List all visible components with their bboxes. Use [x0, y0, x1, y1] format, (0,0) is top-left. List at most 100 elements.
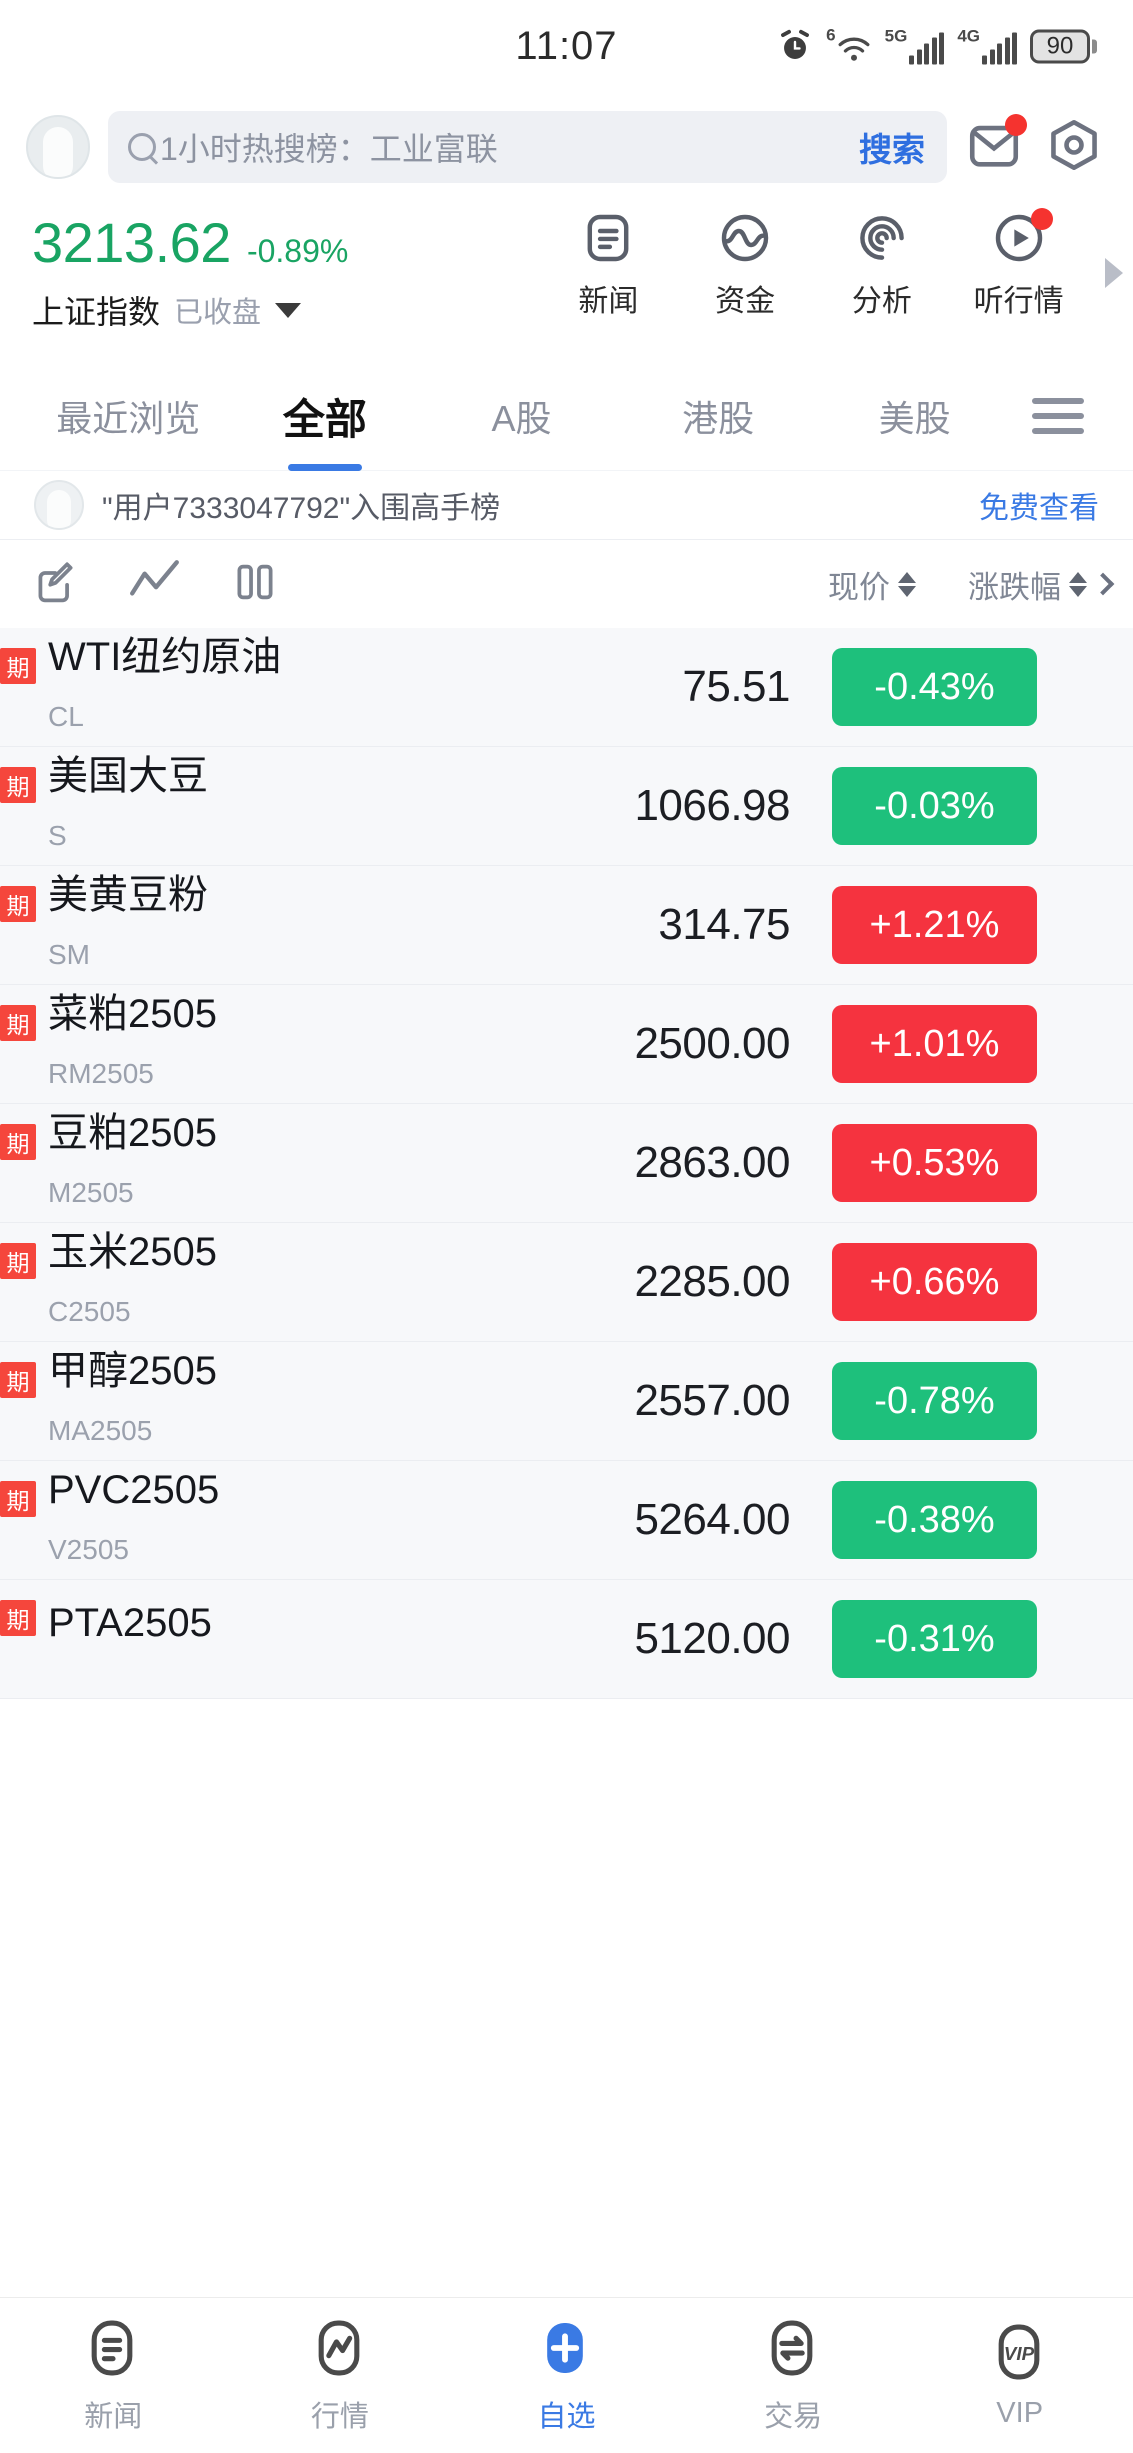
index-summary[interactable]: 3213.62 -0.89% 上证指数 已收盘 — [0, 210, 540, 333]
columns-icon[interactable] — [230, 557, 280, 612]
bottom-nav: 新闻 行情 自选 交易 VIP VIP — [0, 2297, 1133, 2453]
plus-icon — [537, 2317, 595, 2381]
instrument-type-badge: 期 — [0, 1362, 36, 1398]
instrument-change-badge: +1.01% — [832, 1005, 1037, 1083]
hamburger-menu-icon[interactable] — [1013, 398, 1103, 434]
instrument-type-badge: 期 — [0, 1243, 36, 1279]
quick-actions: 新闻 资金 分析 听行情 — [540, 208, 1133, 320]
scan-icon[interactable] — [1045, 116, 1107, 178]
search-input[interactable]: 1小时热搜榜：工业富联 搜索 — [108, 111, 947, 183]
instrument-info: PVC2505 V2505 — [0, 1461, 520, 1579]
instrument-name: 美黄豆粉 — [48, 873, 208, 917]
table-row[interactable]: 期美国大豆 S 1066.98 -0.03% — [0, 747, 1133, 866]
instrument-price: 2557.00 — [634, 1376, 790, 1425]
table-row[interactable]: 期玉米2505 C2505 2285.00 +0.66% — [0, 1223, 1133, 1342]
instrument-type-badge: 期 — [0, 767, 36, 803]
table-row[interactable]: 期 PTA2505 5120.00 -0.31% — [0, 1580, 1133, 1699]
tab-us-shares[interactable]: 美股 — [816, 390, 1013, 442]
line-chart-icon[interactable] — [126, 557, 184, 612]
battery-level: 90 — [1046, 32, 1074, 59]
instrument-price: 2500.00 — [634, 1019, 790, 1068]
nav-item-vip[interactable]: VIP VIP — [906, 2321, 1133, 2430]
nav-item-quotes[interactable]: 行情 — [227, 2317, 454, 2435]
instrument-change-badge: -0.31% — [832, 1600, 1037, 1678]
table-row[interactable]: 期 PVC2505 V2505 5264.00 -0.38% — [0, 1461, 1133, 1580]
quick-action-analysis[interactable]: 分析 — [814, 210, 951, 320]
sort-arrows-icon — [898, 571, 916, 597]
tab-hk-shares[interactable]: 港股 — [620, 390, 817, 442]
column-header-change[interactable]: 涨跌幅 — [968, 562, 1115, 607]
nav-item-trade[interactable]: 交易 — [680, 2317, 907, 2435]
instrument-change-badge: +1.21% — [832, 886, 1037, 964]
instrument-type-badge: 期 — [0, 1481, 36, 1517]
instrument-code: M2505 — [48, 1177, 134, 1208]
instrument-type-badge: 期 — [0, 886, 36, 922]
table-row[interactable]: 期菜粕2505 RM2505 2500.00 +1.01% — [0, 985, 1133, 1104]
list-toolbar: 现价 涨跌幅 — [0, 540, 1133, 628]
tab-a-shares[interactable]: A股 — [423, 390, 620, 442]
listen-badge — [1030, 208, 1053, 230]
instrument-code: MA2505 — [48, 1415, 153, 1446]
instrument-info: WTI纽约原油 CL — [0, 628, 520, 746]
search-placeholder: 1小时热搜榜：工业富联 — [160, 131, 498, 167]
avatar[interactable] — [26, 115, 90, 179]
trade-icon — [764, 2317, 822, 2381]
instrument-name: 豆粕2505 — [48, 1111, 217, 1155]
quick-action-label: 听行情 — [973, 285, 1064, 318]
instrument-price: 1066.98 — [634, 781, 790, 830]
tab-recent[interactable]: 最近浏览 — [30, 390, 227, 442]
instrument-name: WTI纽约原油 — [48, 635, 282, 679]
battery-icon: 90 — [1030, 29, 1097, 63]
table-row[interactable]: 期 WTI纽约原油 CL 75.51 -0.43% — [0, 628, 1133, 747]
quick-actions-next-arrow[interactable] — [1105, 258, 1123, 288]
alarm-icon — [781, 29, 810, 59]
search-button[interactable]: 搜索 — [859, 123, 925, 171]
instrument-info: 菜粕2505 RM2505 — [0, 985, 520, 1103]
app-root: 11:07 6 5G 4G 90 1小时热搜榜：工业富联 搜索 3213.62 … — [0, 0, 1133, 2453]
column-header-change-label: 涨跌幅 — [968, 569, 1061, 605]
promo-link[interactable]: 免费查看 — [979, 483, 1099, 527]
instrument-price: 75.51 — [682, 662, 790, 711]
quick-action-fund[interactable]: 资金 — [677, 210, 814, 320]
chevron-down-icon[interactable] — [275, 302, 302, 318]
nav-item-news[interactable]: 新闻 — [0, 2317, 227, 2435]
wifi-icon: 6 — [826, 27, 871, 66]
nav-label: 行情 — [310, 2400, 369, 2433]
quick-action-listen[interactable]: 听行情 — [950, 208, 1087, 320]
sort-arrows-icon — [1069, 571, 1087, 597]
quick-action-news[interactable]: 新闻 — [540, 210, 677, 320]
instrument-code: S — [48, 820, 67, 851]
instrument-name: PVC2505 — [48, 1468, 220, 1512]
index-state: 已收盘 — [174, 297, 262, 329]
nav-item-watchlist[interactable]: 自选 — [453, 2317, 680, 2435]
vip-icon: VIP — [991, 2321, 1049, 2385]
mail-icon[interactable] — [965, 114, 1027, 178]
instrument-info: 玉米2505 C2505 — [0, 1223, 520, 1341]
promo-banner[interactable]: "用户7333047792"入围高手榜 免费查看 — [0, 470, 1133, 540]
instrument-info: 甲醇2505 MA2505 — [0, 1342, 520, 1460]
instrument-type-badge: 期 — [0, 1600, 36, 1636]
signal-4g-icon: 4G — [957, 28, 1017, 65]
chevron-right-icon[interactable] — [1091, 572, 1115, 596]
edit-pencil-icon[interactable] — [30, 557, 80, 612]
instrument-name: 玉米2505 — [48, 1230, 217, 1274]
instrument-name: 菜粕2505 — [48, 992, 217, 1036]
table-row[interactable]: 期甲醇2505 MA2505 2557.00 -0.78% — [0, 1342, 1133, 1461]
table-row[interactable]: 期豆粕2505 M2505 2863.00 +0.53% — [0, 1104, 1133, 1223]
tab-all[interactable]: 全部 — [227, 386, 424, 447]
fund-wave-icon — [717, 210, 773, 266]
instrument-code: RM2505 — [48, 1058, 154, 1089]
nav-label: 新闻 — [84, 2400, 143, 2433]
instrument-code: SM — [48, 939, 90, 970]
status-bar: 11:07 6 5G 4G 90 — [0, 0, 1133, 92]
instrument-price: 5264.00 — [634, 1495, 790, 1544]
instrument-type-badge: 期 — [0, 1005, 36, 1041]
instrument-change-badge: -0.43% — [832, 648, 1037, 726]
column-header-price[interactable]: 现价 — [828, 562, 916, 607]
svg-text:VIP: VIP — [1003, 2343, 1034, 2364]
table-row[interactable]: 期美黄豆粉 SM 314.75 +1.21% — [0, 866, 1133, 985]
news-doc-icon — [580, 210, 636, 266]
column-header-price-label: 现价 — [828, 569, 890, 605]
index-value: 3213.62 — [32, 211, 231, 274]
listen-play-icon — [991, 208, 1053, 266]
